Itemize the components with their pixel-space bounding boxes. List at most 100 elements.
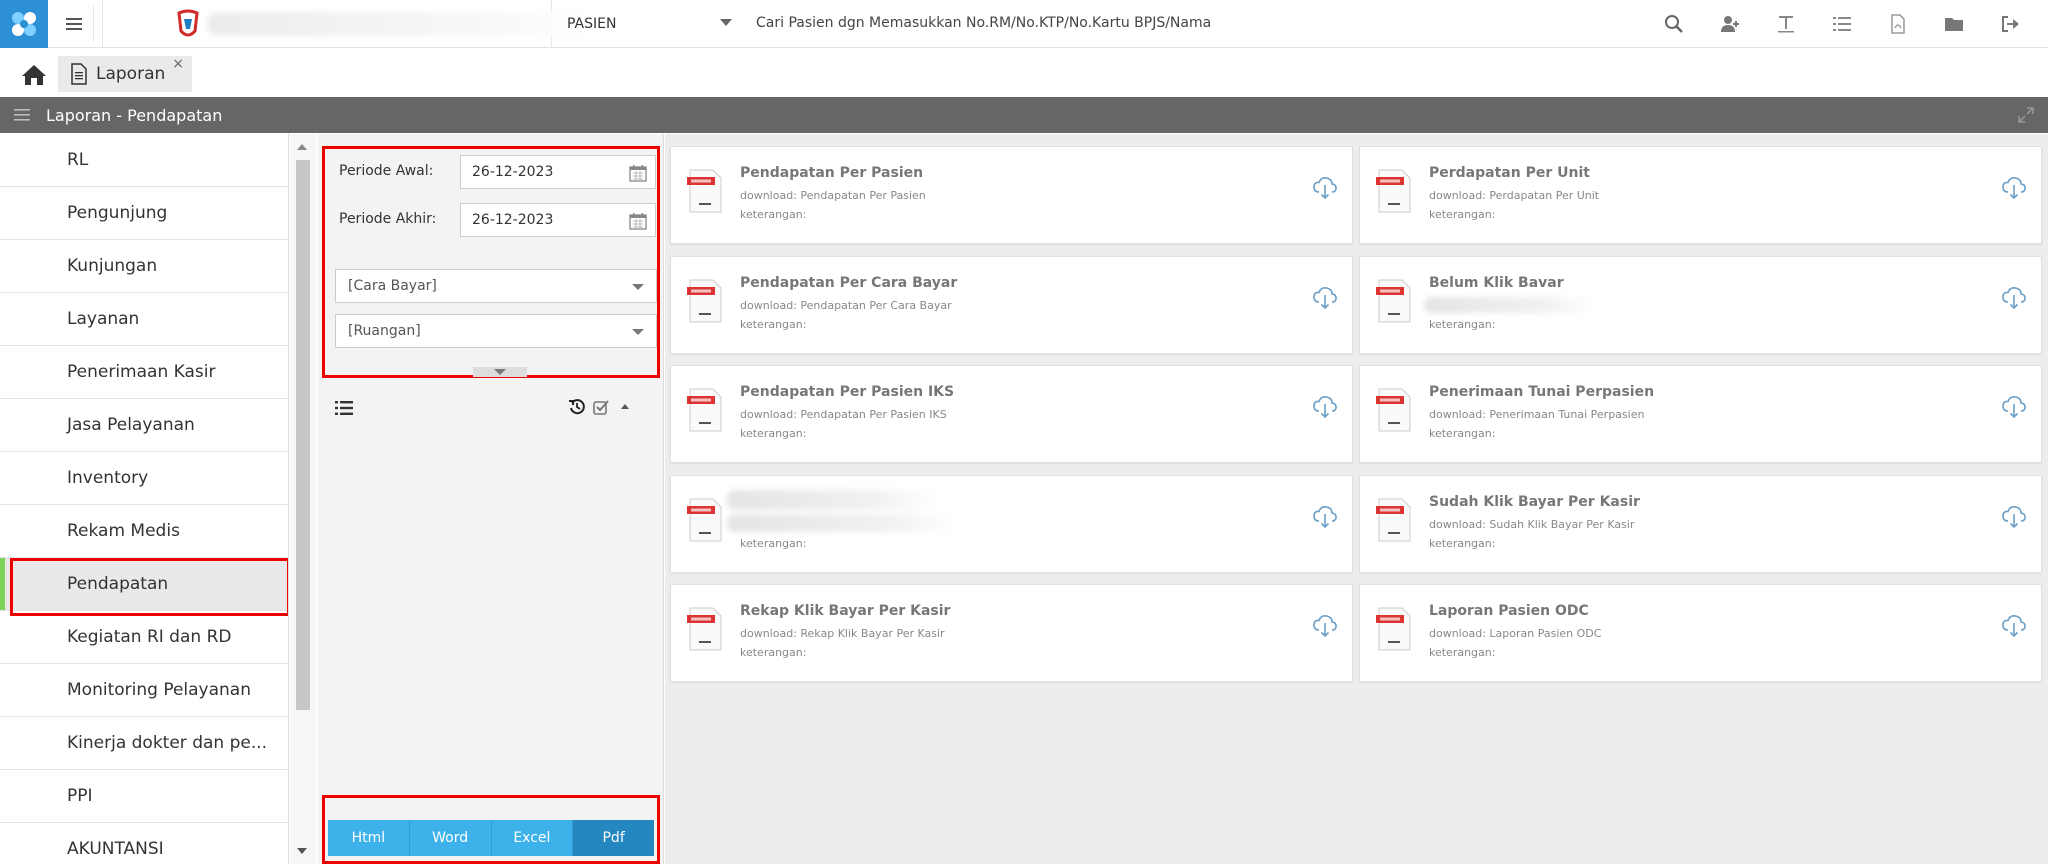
report-title[interactable]: Pendapatan Per Pasien IKS (740, 384, 954, 400)
export-pdf-button[interactable]: Pdf (573, 820, 654, 856)
report-document-icon-wrap (1376, 607, 1412, 651)
cloud-download-icon[interactable] (1312, 394, 1338, 420)
pdf-button[interactable] (1870, 0, 1926, 48)
sidebar-item-rekam-medis[interactable]: Rekam Medis (0, 505, 288, 558)
filter-collapse-toggle[interactable] (473, 367, 527, 377)
sidebar-item-akuntansi[interactable]: AKUNTANSI (0, 823, 288, 864)
tab-close-button[interactable]: × (172, 56, 184, 72)
report-card[interactable]: keterangan: (670, 474, 1353, 573)
scroll-down-arrow-icon[interactable] (297, 848, 307, 854)
sidebar-item-kunjungan[interactable]: Kunjungan (0, 240, 288, 293)
export-excel-button[interactable]: Excel (491, 820, 574, 856)
report-card[interactable]: Penerimaan Tunai Perpasien download: Pene… (1359, 365, 2042, 463)
app-logo[interactable] (0, 0, 48, 48)
sidebar-item-ppi[interactable]: PPI (0, 770, 288, 823)
home-tab[interactable] (14, 60, 54, 90)
report-title[interactable]: Pendapatan Per Pasien (740, 165, 923, 181)
sidebar-item-label: Rekam Medis (67, 521, 180, 541)
cloud-download-icon[interactable] (2001, 613, 2027, 639)
search-icon (1665, 15, 1683, 33)
sidebar-item-pengunjung[interactable]: Pengunjung (0, 187, 288, 240)
chevron-up-icon[interactable] (616, 398, 634, 416)
cloud-download-icon[interactable] (2001, 394, 2027, 420)
report-card[interactable]: Rekap Klik Bayar Per Kasir download: Reka… (670, 584, 1353, 682)
scroll-up-arrow-icon[interactable] (297, 144, 307, 150)
calendar-icon[interactable] (629, 212, 647, 230)
report-title[interactable]: Sudah Klik Bayar Per Kasir (1429, 494, 1640, 510)
sidebar-item-kegiatan-ri-rd[interactable]: Kegiatan RI dan RD (0, 611, 288, 664)
folder-button[interactable] (1926, 0, 1982, 48)
report-download-button[interactable] (1312, 175, 1338, 201)
hamburger-icon[interactable] (14, 109, 30, 121)
report-card[interactable]: Pendapatan Per Pasien IKS download: Penda… (670, 365, 1353, 463)
sidebar-item-rl[interactable]: RL (0, 134, 288, 187)
tab-laporan[interactable]: Laporan × (58, 56, 192, 92)
report-card[interactable]: Laporan Pasien ODC download: Laporan Pasi… (1359, 584, 2042, 682)
sidebar-item-kinerja-dokter[interactable]: Kinerja dokter dan pe... (0, 717, 288, 770)
patient-search-input[interactable]: Cari Pasien dgn Memasukkan No.RM/No.KTP/… (756, 15, 1211, 31)
sidebar-scrollbar[interactable] (290, 134, 316, 864)
list-button[interactable] (1814, 0, 1870, 48)
report-title[interactable]: Laporan Pasien ODC (1429, 603, 1589, 619)
cloud-download-icon[interactable] (1312, 613, 1338, 639)
report-download-button[interactable] (1312, 504, 1338, 530)
expand-icon[interactable] (2018, 107, 2034, 123)
report-title[interactable]: Penerimaan Tunai Perpasien (1429, 384, 1654, 400)
report-download-button[interactable] (2001, 613, 2027, 639)
report-card[interactable]: Pendapatan Per Pasien download: Pendapata… (670, 146, 1353, 244)
ruangan-select[interactable]: [Ruangan] (335, 314, 657, 348)
report-download-button[interactable] (1312, 613, 1338, 639)
sidebar-item-monitoring-pelayanan[interactable]: Monitoring Pelayanan (0, 664, 288, 717)
export-word-button[interactable]: Word (409, 820, 492, 856)
report-download-button[interactable] (2001, 394, 2027, 420)
cloud-download-icon[interactable] (2001, 504, 2027, 530)
sidebar-item-inventory[interactable]: Inventory (0, 452, 288, 505)
patient-type-select[interactable]: PASIEN (552, 0, 738, 48)
report-download-button[interactable] (1312, 285, 1338, 311)
report-card[interactable]: Sudah Klik Bayar Per Kasir download: Suda… (1359, 474, 2042, 573)
scrollbar-thumb[interactable] (296, 160, 310, 710)
pdf-file-icon (1891, 14, 1905, 34)
export-html-button[interactable]: Html (328, 820, 410, 856)
sidebar-item-label: Pendapatan (67, 574, 169, 594)
report-download-text: download: Laporan Pasien ODC (1429, 627, 1602, 640)
history-icon[interactable] (568, 398, 586, 416)
sidebar-item-label: Kegiatan RI dan RD (67, 627, 232, 647)
cara-bayar-select[interactable]: [Cara Bayar] (335, 269, 657, 303)
check-square-icon[interactable] (592, 398, 610, 416)
periode-awal-date-input[interactable]: 26-12-2023 (460, 155, 656, 189)
report-title[interactable]: Belum Klik Bavar (1429, 275, 1564, 291)
report-keterangan: keterangan: (1429, 317, 1496, 331)
cloud-download-icon[interactable] (1312, 504, 1338, 530)
report-title[interactable]: Pendapatan Per Cara Bayar (740, 275, 957, 291)
report-download-button[interactable] (2001, 504, 2027, 530)
hamburger-menu-button[interactable] (54, 6, 94, 42)
calendar-icon[interactable] (629, 164, 647, 182)
search-button[interactable] (1646, 0, 1702, 48)
report-document-icon-wrap (1376, 388, 1412, 432)
report-download-button[interactable] (2001, 285, 2027, 311)
sidebar-item-penerimaan-kasir[interactable]: Penerimaan Kasir (0, 346, 288, 399)
text-button[interactable] (1758, 0, 1814, 48)
document-icon (71, 63, 87, 85)
report-title[interactable]: Perdapatan Per Unit (1429, 165, 1590, 181)
periode-akhir-date-input[interactable]: 26-12-2023 (460, 203, 656, 237)
report-title[interactable]: Rekap Klik Bayar Per Kasir (740, 603, 950, 619)
sidebar-item-layanan[interactable]: Layanan (0, 293, 288, 346)
logout-button[interactable] (1982, 0, 2038, 48)
sidebar-item-pendapatan[interactable]: Pendapatan (0, 558, 288, 616)
cloud-download-icon[interactable] (1312, 175, 1338, 201)
sidebar-item-jasa-pelayanan[interactable]: Jasa Pelayanan (0, 399, 288, 452)
cloud-download-icon[interactable] (2001, 285, 2027, 311)
report-card[interactable]: Belum Klik Bavar keterangan: (1359, 255, 2042, 354)
hospital-logo-icon (177, 9, 199, 37)
report-download-button[interactable] (1312, 394, 1338, 420)
add-user-button[interactable] (1702, 0, 1758, 48)
report-download-button[interactable] (2001, 175, 2027, 201)
report-card[interactable]: Pendapatan Per Cara Bayar download: Penda… (670, 255, 1353, 354)
list-icon[interactable] (334, 398, 354, 418)
report-card[interactable]: Perdapatan Per Unit download: Perdapatan … (1359, 146, 2042, 244)
report-document-icon-wrap (1376, 279, 1412, 323)
cloud-download-icon[interactable] (2001, 175, 2027, 201)
cloud-download-icon[interactable] (1312, 285, 1338, 311)
